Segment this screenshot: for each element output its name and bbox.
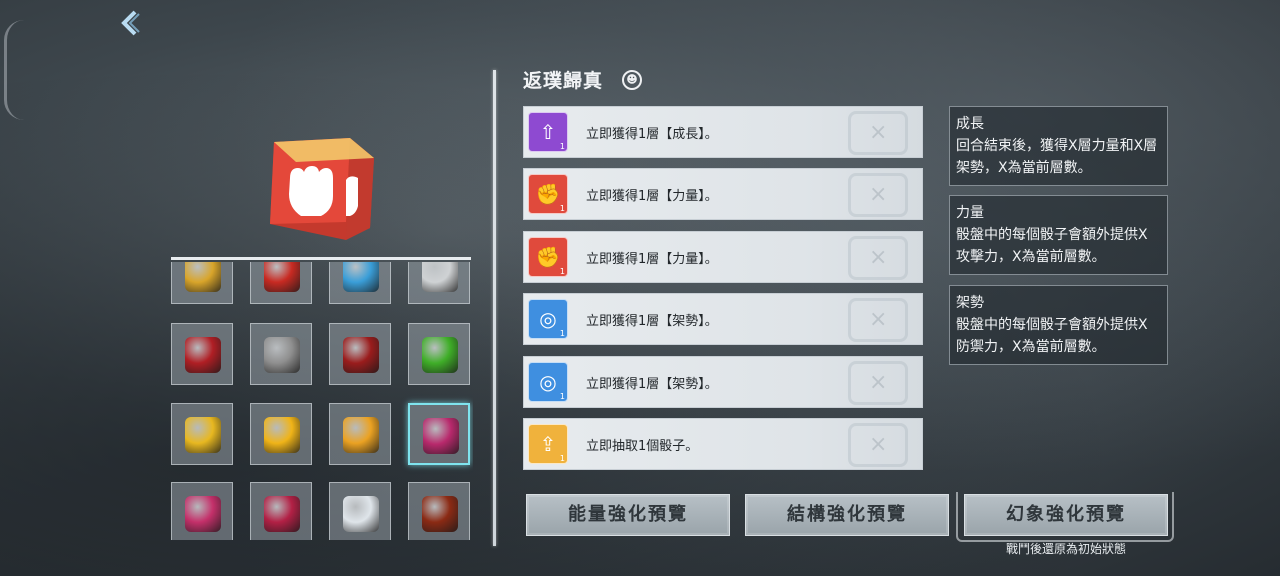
crimson-die-icon: [264, 496, 300, 532]
dark-red-die-icon: [343, 337, 379, 373]
structure-upgrade-preview-button[interactable]: 結構強化預覽: [745, 494, 949, 536]
gold-spiky-die-cell[interactable]: [171, 403, 233, 465]
gold-die-cell[interactable]: [171, 262, 233, 304]
white-blue-die-cell[interactable]: [329, 482, 391, 540]
fist-icon: [270, 138, 374, 240]
grid-die-icon: [422, 262, 458, 292]
fist-icon: ✊ 1: [528, 174, 568, 215]
keyword-title: 架勢: [956, 295, 984, 311]
back-button[interactable]: [112, 8, 148, 44]
gold-flame-die-icon: [343, 417, 379, 453]
gold-cube-die-icon: [264, 417, 300, 453]
silver-amber-die-icon: [264, 337, 300, 373]
die-watermark-icon: [848, 173, 908, 218]
dark-red-die-cell[interactable]: [329, 323, 391, 385]
fist-icon: ✊ 1: [528, 236, 568, 277]
effect-text: 立即獲得1層【力量】。: [586, 251, 718, 267]
lava-die-cell[interactable]: [408, 482, 470, 540]
effect-text: 立即獲得1層【成長】。: [586, 127, 718, 142]
mask-icon[interactable]: ☻: [622, 70, 642, 90]
gold-die-icon: [185, 262, 221, 292]
selected-die-preview: [262, 128, 378, 240]
keyword-desc: 骰盤中的每個骰子會額外提供X防禦力，X為當前層數。: [956, 317, 1148, 355]
pink-crystal-die-cell[interactable]: [171, 482, 233, 540]
effect-text: 立即獲得1層【力量】。: [586, 189, 718, 205]
silver-amber-die-cell[interactable]: [250, 323, 312, 385]
grid-divider: [171, 257, 471, 260]
stack-count: 1: [559, 329, 565, 339]
blue-gem-die-icon: [343, 262, 379, 292]
effect-text: 立即獲得1層【架勢】。: [586, 314, 718, 330]
keyword-panel-stance: 架勢 骰盤中的每個骰子會額外提供X防禦力，X為當前層數。: [949, 285, 1168, 365]
stack-count: 1: [559, 142, 565, 151]
magenta-crystal-die-cell[interactable]: [408, 403, 470, 465]
effect-row: ◎1 立即獲得1層【架勢】。: [523, 355, 923, 408]
gold-spiky-die-icon: [185, 417, 221, 453]
phantom-upgrade-preview-button[interactable]: 幻象強化預覽: [964, 494, 1168, 536]
effect-text: 立即抽取1個骰子。: [586, 439, 699, 454]
keyword-title: 力量: [956, 205, 984, 221]
effect-row: ✊1 立即獲得1層【力量】。: [523, 168, 923, 221]
die-watermark-icon: [848, 360, 908, 405]
green-die-icon: [422, 337, 458, 373]
blue-gem-die-cell[interactable]: [329, 262, 391, 304]
die-watermark-icon: [848, 111, 908, 155]
shield-icon: ◎ 1: [528, 299, 568, 340]
effect-text: 立即獲得1層【架勢】。: [586, 376, 718, 392]
green-die-cell[interactable]: [408, 323, 470, 385]
red-gem-die-cell[interactable]: [250, 262, 312, 304]
effect-row: ⇧1 立即獲得1層【成長】。: [523, 106, 923, 158]
die-watermark-icon: [848, 235, 908, 280]
gold-cube-die-cell[interactable]: [250, 403, 312, 465]
chevron-left-icon: [121, 10, 140, 36]
draw-icon: ⇪ 1: [528, 424, 568, 464]
red-gem-die-icon: [264, 262, 300, 292]
shield-icon: ◎ 1: [528, 361, 568, 402]
ruby-die-icon: [185, 337, 221, 373]
gold-flame-die-cell[interactable]: [329, 403, 391, 465]
stack-count: 1: [559, 391, 565, 401]
die-title: 返璞歸真: [523, 70, 604, 92]
lava-die-icon: [422, 496, 458, 532]
keyword-title: 成長: [956, 116, 984, 132]
panel-divider: [493, 70, 496, 546]
ruby-die-cell[interactable]: [171, 323, 233, 385]
grid-die-cell[interactable]: [408, 262, 470, 304]
keyword-desc: 回合結束後，獲得X層力量和X層架勢，X為當前層數。: [956, 138, 1158, 176]
keyword-desc: 骰盤中的每個骰子會額外提供X攻擊力，X為當前層數。: [956, 227, 1148, 265]
side-decoration: [4, 20, 29, 120]
die-watermark-icon: [848, 423, 908, 467]
magenta-crystal-die-icon: [423, 418, 459, 454]
crimson-die-cell[interactable]: [250, 482, 312, 540]
keyword-panel-growth: 成長 回合結束後，獲得X層力量和X層架勢，X為當前層數。: [949, 106, 1168, 186]
dice-grid: [171, 262, 473, 540]
stack-count: 1: [559, 454, 565, 463]
growth-icon: ⇧ 1: [528, 112, 568, 152]
phantom-note: 戰鬥後還原為初始狀態: [1005, 542, 1126, 556]
stack-count: 1: [559, 266, 565, 276]
stack-count: 1: [559, 204, 565, 214]
effect-row: ⇪1 立即抽取1個骰子。: [523, 418, 923, 470]
energy-upgrade-preview-button[interactable]: 能量強化預覽: [526, 494, 730, 536]
die-watermark-icon: [848, 298, 908, 343]
white-blue-die-icon: [343, 496, 379, 532]
effect-row: ✊1 立即獲得1層【力量】。: [523, 230, 923, 283]
pink-crystal-die-icon: [185, 496, 221, 532]
keyword-panel-strength: 力量 骰盤中的每個骰子會額外提供X攻擊力，X為當前層數。: [949, 195, 1168, 275]
effect-row: ◎1 立即獲得1層【架勢】。: [523, 293, 923, 346]
